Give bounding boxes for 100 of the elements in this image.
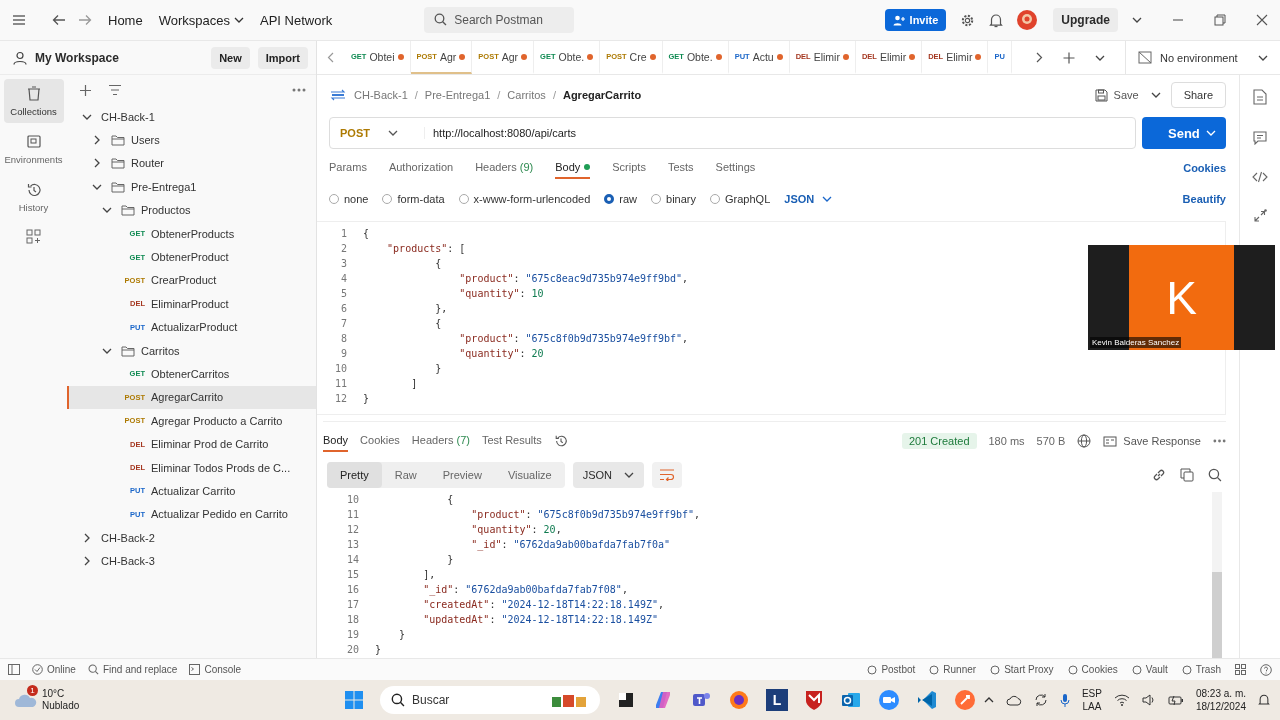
- status-bar-item[interactable]: Online: [32, 664, 76, 675]
- status-bar-item[interactable]: Start Proxy: [990, 664, 1054, 675]
- sidebar-toggle-icon[interactable]: [8, 664, 20, 675]
- format-dropdown[interactable]: JSON: [784, 193, 833, 205]
- comment-icon[interactable]: [1253, 131, 1267, 145]
- link-icon[interactable]: [1152, 468, 1166, 482]
- caret-icon[interactable]: [1150, 91, 1161, 99]
- save-response-button[interactable]: Save Response: [1103, 435, 1201, 447]
- language-indicator[interactable]: ESP: [1081, 687, 1102, 700]
- keyboard-layout[interactable]: LAA: [1082, 700, 1102, 713]
- view-mode-tab[interactable]: Preview: [429, 462, 495, 488]
- invite-button[interactable]: Invite: [884, 9, 947, 31]
- code-icon[interactable]: [1252, 171, 1268, 183]
- search-field[interactable]: Search Postman: [424, 7, 575, 33]
- expand-icon[interactable]: [1253, 209, 1267, 223]
- folder-item[interactable]: Users: [67, 128, 316, 152]
- status-bar-item[interactable]: Cookies: [1067, 664, 1118, 675]
- format-dropdown[interactable]: JSON: [572, 462, 645, 488]
- caret-icon[interactable]: [1132, 16, 1142, 24]
- breadcrumb-link[interactable]: CH-Back-1: [354, 89, 408, 101]
- send-button[interactable]: Send: [1142, 117, 1226, 149]
- add-tab-icon[interactable]: [1063, 51, 1075, 64]
- body-type-radio[interactable]: form-data: [382, 193, 445, 205]
- menu-icon[interactable]: [12, 14, 26, 26]
- request-section-tab[interactable]: Params: [329, 157, 367, 179]
- status-bar-item[interactable]: Find and replace: [87, 664, 178, 675]
- start-icon[interactable]: [344, 690, 364, 710]
- body-type-radio[interactable]: none: [329, 193, 369, 205]
- sync-icon[interactable]: [1033, 693, 1048, 707]
- speaker-icon[interactable]: [1141, 694, 1156, 706]
- settings-icon[interactable]: [960, 12, 976, 28]
- help-icon[interactable]: [1260, 663, 1272, 676]
- status-bar-item[interactable]: Runner: [929, 664, 977, 675]
- collection-item[interactable]: CH-Back-3: [67, 549, 316, 573]
- document-icon[interactable]: [1253, 89, 1267, 105]
- response-tab[interactable]: Cookies: [360, 430, 400, 452]
- add-widgets-icon[interactable]: [26, 229, 41, 244]
- caret-up-icon[interactable]: [983, 696, 994, 704]
- scrollbar-thumb[interactable]: [1212, 572, 1222, 658]
- folder-item[interactable]: Router: [67, 151, 316, 176]
- nav-link[interactable]: Workspaces: [158, 12, 230, 28]
- request-section-tab[interactable]: Body: [555, 157, 591, 179]
- more-options-icon[interactable]: [1213, 439, 1226, 443]
- new-button[interactable]: New: [211, 46, 250, 69]
- battery-icon[interactable]: [1167, 694, 1184, 706]
- app-icon[interactable]: L: [766, 689, 788, 711]
- collection-item[interactable]: CH-Back-2: [67, 526, 316, 550]
- view-mode-tab[interactable]: Raw: [381, 462, 430, 488]
- wrap-lines-button[interactable]: [652, 462, 683, 488]
- wifi-icon[interactable]: [1113, 694, 1130, 706]
- status-bar-item[interactable]: Trash: [1181, 664, 1221, 675]
- add-icon[interactable]: [79, 83, 92, 97]
- history-icon[interactable]: [553, 434, 568, 448]
- import-button[interactable]: Import: [257, 46, 308, 69]
- filter-icon[interactable]: [108, 84, 122, 96]
- globe-icon[interactable]: [1077, 434, 1092, 448]
- shield-icon[interactable]: [804, 689, 824, 711]
- back-arrow-icon[interactable]: [52, 14, 66, 26]
- caret-icon[interactable]: [234, 16, 244, 24]
- microphone-icon[interactable]: [1059, 692, 1070, 708]
- nav-link[interactable]: API Network: [260, 12, 333, 28]
- body-type-radio[interactable]: x-www-form-urlencoded: [458, 193, 591, 205]
- folder-item[interactable]: Carritos: [67, 338, 316, 363]
- status-bar-item[interactable]: Console: [189, 664, 242, 675]
- search-icon[interactable]: [1208, 468, 1222, 482]
- request-section-tab[interactable]: Scripts: [612, 157, 646, 179]
- beautify-link[interactable]: Beautify: [1182, 193, 1226, 205]
- breadcrumb-link[interactable]: Carritos: [507, 89, 546, 101]
- environment-selector[interactable]: No environment: [1125, 41, 1280, 74]
- view-mode-tab[interactable]: Visualize: [494, 462, 565, 488]
- sidebar-tab[interactable]: History: [3, 175, 64, 219]
- copy-icon[interactable]: [1180, 468, 1194, 482]
- restore-icon[interactable]: [1214, 14, 1226, 26]
- collection-item[interactable]: CH-Back-1: [67, 105, 316, 129]
- scroll-right-icon[interactable]: [1035, 52, 1043, 63]
- view-mode-tab[interactable]: Pretty: [327, 462, 382, 488]
- response-tab[interactable]: Body: [323, 430, 349, 452]
- cloud-icon[interactable]: [1005, 694, 1022, 706]
- body-type-radio[interactable]: GraphQL: [710, 193, 771, 205]
- notification-bell-icon[interactable]: [989, 12, 1004, 28]
- share-button[interactable]: Share: [1170, 82, 1226, 108]
- body-type-radio[interactable]: binary: [651, 193, 697, 205]
- status-bar-item[interactable]: Postbot: [867, 664, 916, 675]
- postman-icon[interactable]: [954, 689, 976, 711]
- browser-icon[interactable]: [728, 689, 750, 711]
- response-tab[interactable]: Test Results: [481, 430, 542, 452]
- request-section-tab[interactable]: Authorization: [388, 157, 454, 179]
- sidebar-tab[interactable]: Collections: [3, 79, 64, 123]
- code-editor-icon[interactable]: [916, 689, 938, 711]
- taskbar-search-field[interactable]: Buscar: [380, 686, 600, 714]
- request-section-tab[interactable]: Settings: [715, 157, 756, 179]
- clock-time[interactable]: 08:23 a. m.: [1195, 687, 1246, 700]
- nav-link[interactable]: Home: [108, 12, 143, 28]
- folder-item[interactable]: Pre-Entrega1: [67, 175, 316, 199]
- status-bar-item[interactable]: Vault: [1131, 664, 1168, 675]
- upgrade-button[interactable]: Upgrade: [1053, 8, 1118, 32]
- response-tab[interactable]: Headers (7): [411, 430, 470, 452]
- request-section-tab[interactable]: Tests: [667, 157, 694, 179]
- save-button[interactable]: Save: [1092, 85, 1141, 105]
- cookies-link[interactable]: Cookies: [1183, 162, 1226, 174]
